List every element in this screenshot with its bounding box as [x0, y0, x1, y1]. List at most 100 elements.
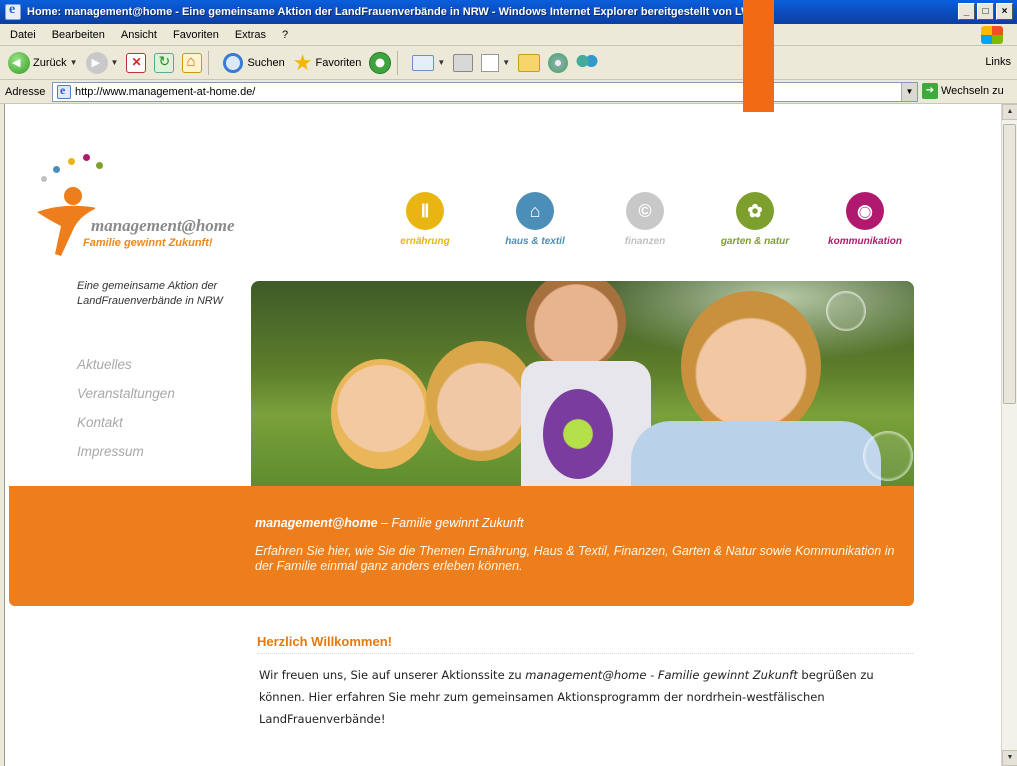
minimize-button[interactable]: _ [958, 3, 975, 20]
stop-icon [126, 52, 147, 73]
banner-title: management@home – Familie gewinnt Zukunf… [255, 516, 524, 530]
messenger-icon [576, 52, 599, 73]
ie-icon [5, 2, 21, 20]
category-finanzen[interactable]: © finanzen [595, 192, 695, 247]
refresh-button[interactable] [154, 52, 175, 73]
window-title: Home: management@home - Eine gemeinsame … [27, 6, 759, 18]
chevron-down-icon: ▼ [69, 58, 78, 67]
edit-icon [481, 53, 500, 72]
hero-photo [251, 281, 914, 486]
chevron-down-icon: ▼ [502, 58, 511, 67]
menu-view[interactable]: Ansicht [121, 29, 157, 41]
research-button[interactable] [548, 52, 569, 73]
menu-file[interactable]: Datei [10, 29, 36, 41]
favorites-button[interactable]: ★ Favoriten [292, 49, 362, 75]
refresh-icon [154, 52, 175, 73]
coin-icon: © [626, 192, 664, 230]
menu-help[interactable]: ? [282, 29, 288, 41]
address-url[interactable]: http://www.management-at-home.de/ [75, 86, 255, 98]
logo-dot [41, 176, 47, 182]
menu-edit[interactable]: Bearbeiten [52, 29, 105, 41]
browser-window: Home: management@home - Eine gemeinsame … [0, 0, 1017, 766]
flower-icon: ✿ [736, 192, 774, 230]
edit-button[interactable]: ▼ [481, 53, 511, 72]
go-label: Wechseln zu [941, 85, 1004, 97]
nav-impressum[interactable]: Impressum [77, 444, 175, 473]
boy-shirt [631, 421, 881, 486]
category-label: kommunikation [828, 236, 902, 247]
chevron-down-icon: ▼ [110, 58, 119, 67]
forward-button[interactable]: ▼ [85, 51, 119, 74]
home-icon [182, 52, 203, 73]
category-ernaehrung[interactable]: Ⅱ ernährung [375, 192, 475, 247]
folder-icon [518, 53, 541, 72]
menu-favorites[interactable]: Favoriten [173, 29, 219, 41]
category-label: ernährung [400, 236, 450, 247]
title-bar: Home: management@home - Eine gemeinsame … [0, 0, 1017, 24]
eye-icon: ◉ [846, 192, 884, 230]
home-button[interactable] [182, 52, 203, 73]
go-arrow-icon: ➔ [922, 83, 938, 99]
house-icon: ⌂ [516, 192, 554, 230]
history-icon [369, 51, 392, 74]
maximize-button[interactable]: □ [977, 3, 994, 20]
logo-dot [83, 154, 90, 161]
category-haus-textil[interactable]: ⌂ haus & textil [485, 192, 585, 247]
chevron-down-icon[interactable]: ▼ [901, 83, 917, 101]
nav-kontakt[interactable]: Kontakt [77, 415, 175, 444]
banner-title-bold: management@home [255, 516, 378, 530]
scroll-down-icon[interactable]: ▼ [1002, 750, 1017, 766]
menu-bar: Datei Bearbeiten Ansicht Favoriten Extra… [0, 24, 1017, 46]
logo-dot [96, 162, 103, 169]
orange-banner: management@home – Familie gewinnt Zukunf… [9, 486, 914, 606]
go-button[interactable]: ➔ Wechseln zu [922, 83, 1004, 99]
print-button[interactable] [453, 53, 474, 72]
close-button[interactable]: × [996, 3, 1013, 20]
search-button[interactable]: Suchen [223, 52, 285, 73]
category-kommunikation[interactable]: ◉ kommunikation [815, 192, 915, 247]
windows-logo-icon [981, 26, 1003, 44]
boy-face [681, 291, 821, 441]
mother-face [426, 341, 536, 461]
links-button[interactable]: Links [985, 56, 1011, 68]
mail-icon [412, 54, 435, 71]
nav-aktuelles[interactable]: Aktuelles [77, 357, 175, 386]
address-bar: Adresse http://www.management-at-home.de… [0, 80, 1017, 104]
toy-windmill [543, 389, 613, 479]
address-input[interactable]: http://www.management-at-home.de/ ▼ [52, 82, 918, 102]
scroll-thumb[interactable] [1003, 124, 1016, 404]
category-label: haus & textil [505, 236, 565, 247]
folder-button[interactable] [518, 53, 541, 72]
logo-dot [53, 166, 60, 173]
vertical-scrollbar[interactable]: ▲ ▼ [1001, 104, 1017, 766]
scroll-up-icon[interactable]: ▲ [1002, 104, 1017, 120]
back-label: Zurück [33, 56, 67, 69]
category-label: finanzen [624, 236, 666, 247]
menu-tools[interactable]: Extras [235, 29, 266, 41]
favorites-label: Favoriten [315, 56, 362, 69]
intro-text: Eine gemeinsame Aktion der LandFrauenver… [77, 280, 223, 307]
site-logo[interactable]: management@home Familie gewinnt Zukunft! [33, 154, 273, 256]
logo-dot [68, 158, 75, 165]
back-button[interactable]: Zurück ▼ [8, 51, 78, 74]
nav-veranstaltungen[interactable]: Veranstaltungen [77, 386, 175, 415]
history-button[interactable] [369, 51, 392, 74]
category-garten-natur[interactable]: ✿ garten & natur [705, 192, 805, 247]
star-icon: ★ [292, 49, 313, 75]
welcome-text-1: Wir freuen uns, Sie auf unserer Aktionss… [259, 668, 526, 682]
logo-brand: management@home [91, 216, 235, 235]
toolbar-separator [397, 50, 399, 75]
soap-bubble [863, 431, 913, 481]
messenger-button[interactable] [576, 52, 599, 73]
address-label: Adresse [5, 85, 46, 98]
orange-overlay-bar [743, 0, 774, 112]
stop-button[interactable] [126, 52, 147, 73]
research-icon [548, 52, 569, 73]
page-viewport: management@home Familie gewinnt Zukunft!… [4, 104, 1003, 766]
window-controls: _ □ × [958, 3, 1013, 20]
forward-arrow-icon [85, 51, 108, 74]
banner-text: Erfahren Sie hier, wie Sie die Themen Er… [255, 544, 895, 573]
logo-tagline: Familie gewinnt Zukunft! [83, 237, 213, 249]
mail-button[interactable]: ▼ [412, 54, 445, 71]
page-icon [57, 83, 71, 99]
